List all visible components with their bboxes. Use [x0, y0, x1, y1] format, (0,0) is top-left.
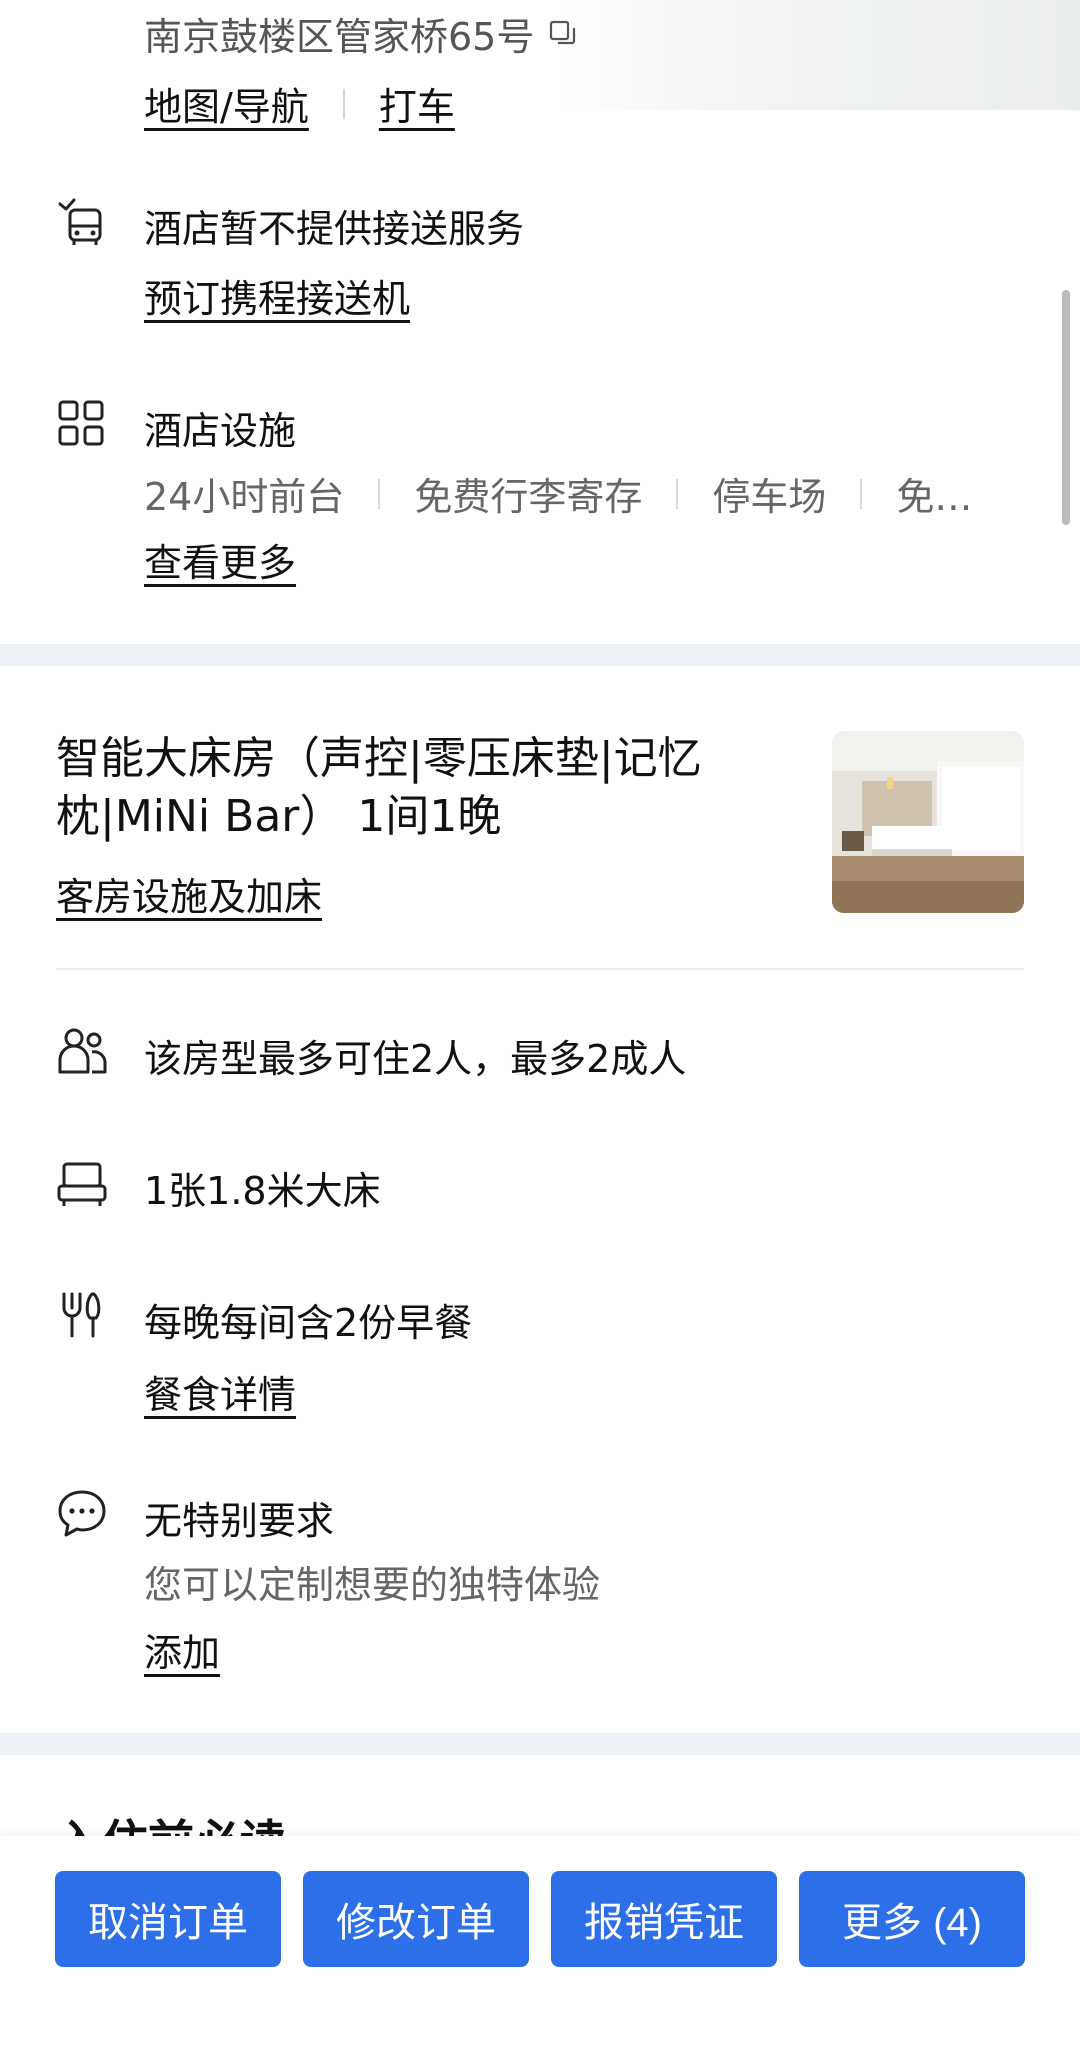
- taxi-link[interactable]: 打车: [379, 76, 455, 131]
- cancel-order-button[interactable]: 取消订单: [55, 1871, 281, 1967]
- facility-item: 24小时前台: [144, 475, 345, 519]
- facilities-grid-icon: [58, 400, 104, 446]
- shuttle-title: 酒店暂不提供接送服务: [144, 207, 525, 251]
- copy-icon[interactable]: [548, 19, 578, 49]
- bed-icon: [57, 1162, 107, 1206]
- facility-item: 免费行李寄存: [414, 475, 643, 519]
- divider: [378, 478, 381, 509]
- facilities-title: 酒店设施: [144, 409, 297, 453]
- modify-order-button[interactable]: 修改订单: [303, 1871, 529, 1967]
- facility-item: 停车场: [712, 475, 827, 519]
- room-title: 智能大床房（声控|零压床垫|记忆枕|MiNi Bar） 1间1晚: [56, 733, 702, 842]
- scrollbar[interactable]: [1062, 290, 1070, 525]
- map-preview[interactable]: [560, 0, 1080, 110]
- divider: [56, 968, 1024, 970]
- more-actions-button[interactable]: 更多 (4): [799, 1871, 1025, 1967]
- facilities-more-link[interactable]: 查看更多: [144, 532, 296, 587]
- order-detail-page: 南京鼓楼区管家桥65号 地图/导航 打车 酒店暂不提供接送服务 预订携程接送机: [0, 0, 1080, 2061]
- meal-text: 每晚每间含2份早餐: [144, 1301, 473, 1345]
- special-request-title: 无特别要求: [144, 1499, 335, 1543]
- divider: [860, 478, 863, 509]
- occupancy-text: 该房型最多可住2人，最多2成人: [144, 1037, 687, 1081]
- book-shuttle-link[interactable]: 预订携程接送机: [144, 268, 410, 323]
- hotel-address: 南京鼓楼区管家桥65号: [144, 15, 535, 59]
- divider: [676, 478, 679, 509]
- special-request-subtitle: 您可以定制想要的独特体验: [144, 1563, 601, 1607]
- room-photo[interactable]: [832, 731, 1024, 913]
- section-divider: [0, 644, 1080, 666]
- facility-list: 24小时前台 免费行李寄存 停车场 免…: [144, 466, 1024, 521]
- hotel-address-row: 南京鼓楼区管家桥65号: [144, 6, 578, 61]
- bed-text: 1张1.8米大床: [144, 1169, 381, 1213]
- chat-bubble-icon: [58, 1490, 106, 1537]
- next-section-title: 入住前必读: [56, 1806, 286, 1836]
- shuttle-bus-icon: [58, 198, 102, 245]
- room-photo-image: [832, 731, 1024, 913]
- add-request-link[interactable]: 添加: [144, 1622, 220, 1677]
- facility-item: 免…: [896, 475, 973, 519]
- hotel-links: 地图/导航 打车: [144, 76, 455, 131]
- room-facilities-link[interactable]: 客房设施及加床: [56, 866, 322, 921]
- invoice-button[interactable]: 报销凭证: [551, 1871, 777, 1967]
- section-divider: [0, 1733, 1080, 1755]
- divider: [342, 88, 345, 119]
- meal-details-link[interactable]: 餐食详情: [144, 1364, 296, 1419]
- cutlery-icon: [62, 1292, 101, 1338]
- guests-icon: [58, 1028, 107, 1074]
- map-navigation-link[interactable]: 地图/导航: [144, 76, 309, 131]
